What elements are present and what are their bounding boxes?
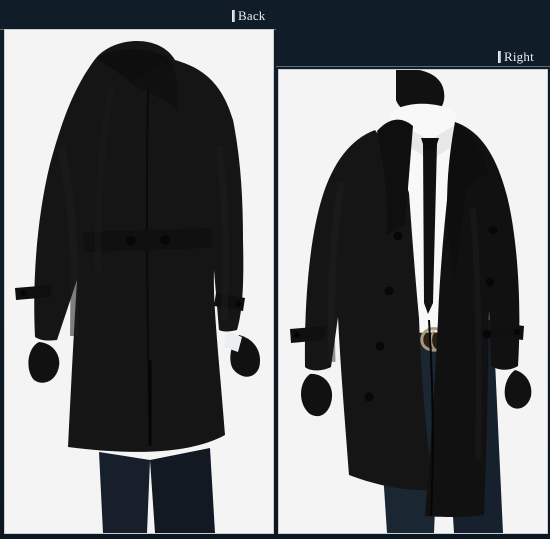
- right-view-caption: Right: [498, 49, 534, 65]
- back-view-caption: Back: [232, 8, 266, 24]
- label-marker-icon: [498, 51, 501, 63]
- product-image-stage: Back Right: [0, 0, 550, 539]
- label-marker-icon: [232, 10, 235, 22]
- right-header-divider: [276, 66, 550, 67]
- right-view-coat-illustration: [290, 70, 532, 533]
- back-view-coat-illustration: [15, 41, 261, 533]
- back-view-panel: [4, 29, 274, 534]
- right-view-label: Right: [504, 49, 534, 64]
- right-view-panel: [278, 69, 548, 534]
- back-view-label: Back: [238, 8, 266, 23]
